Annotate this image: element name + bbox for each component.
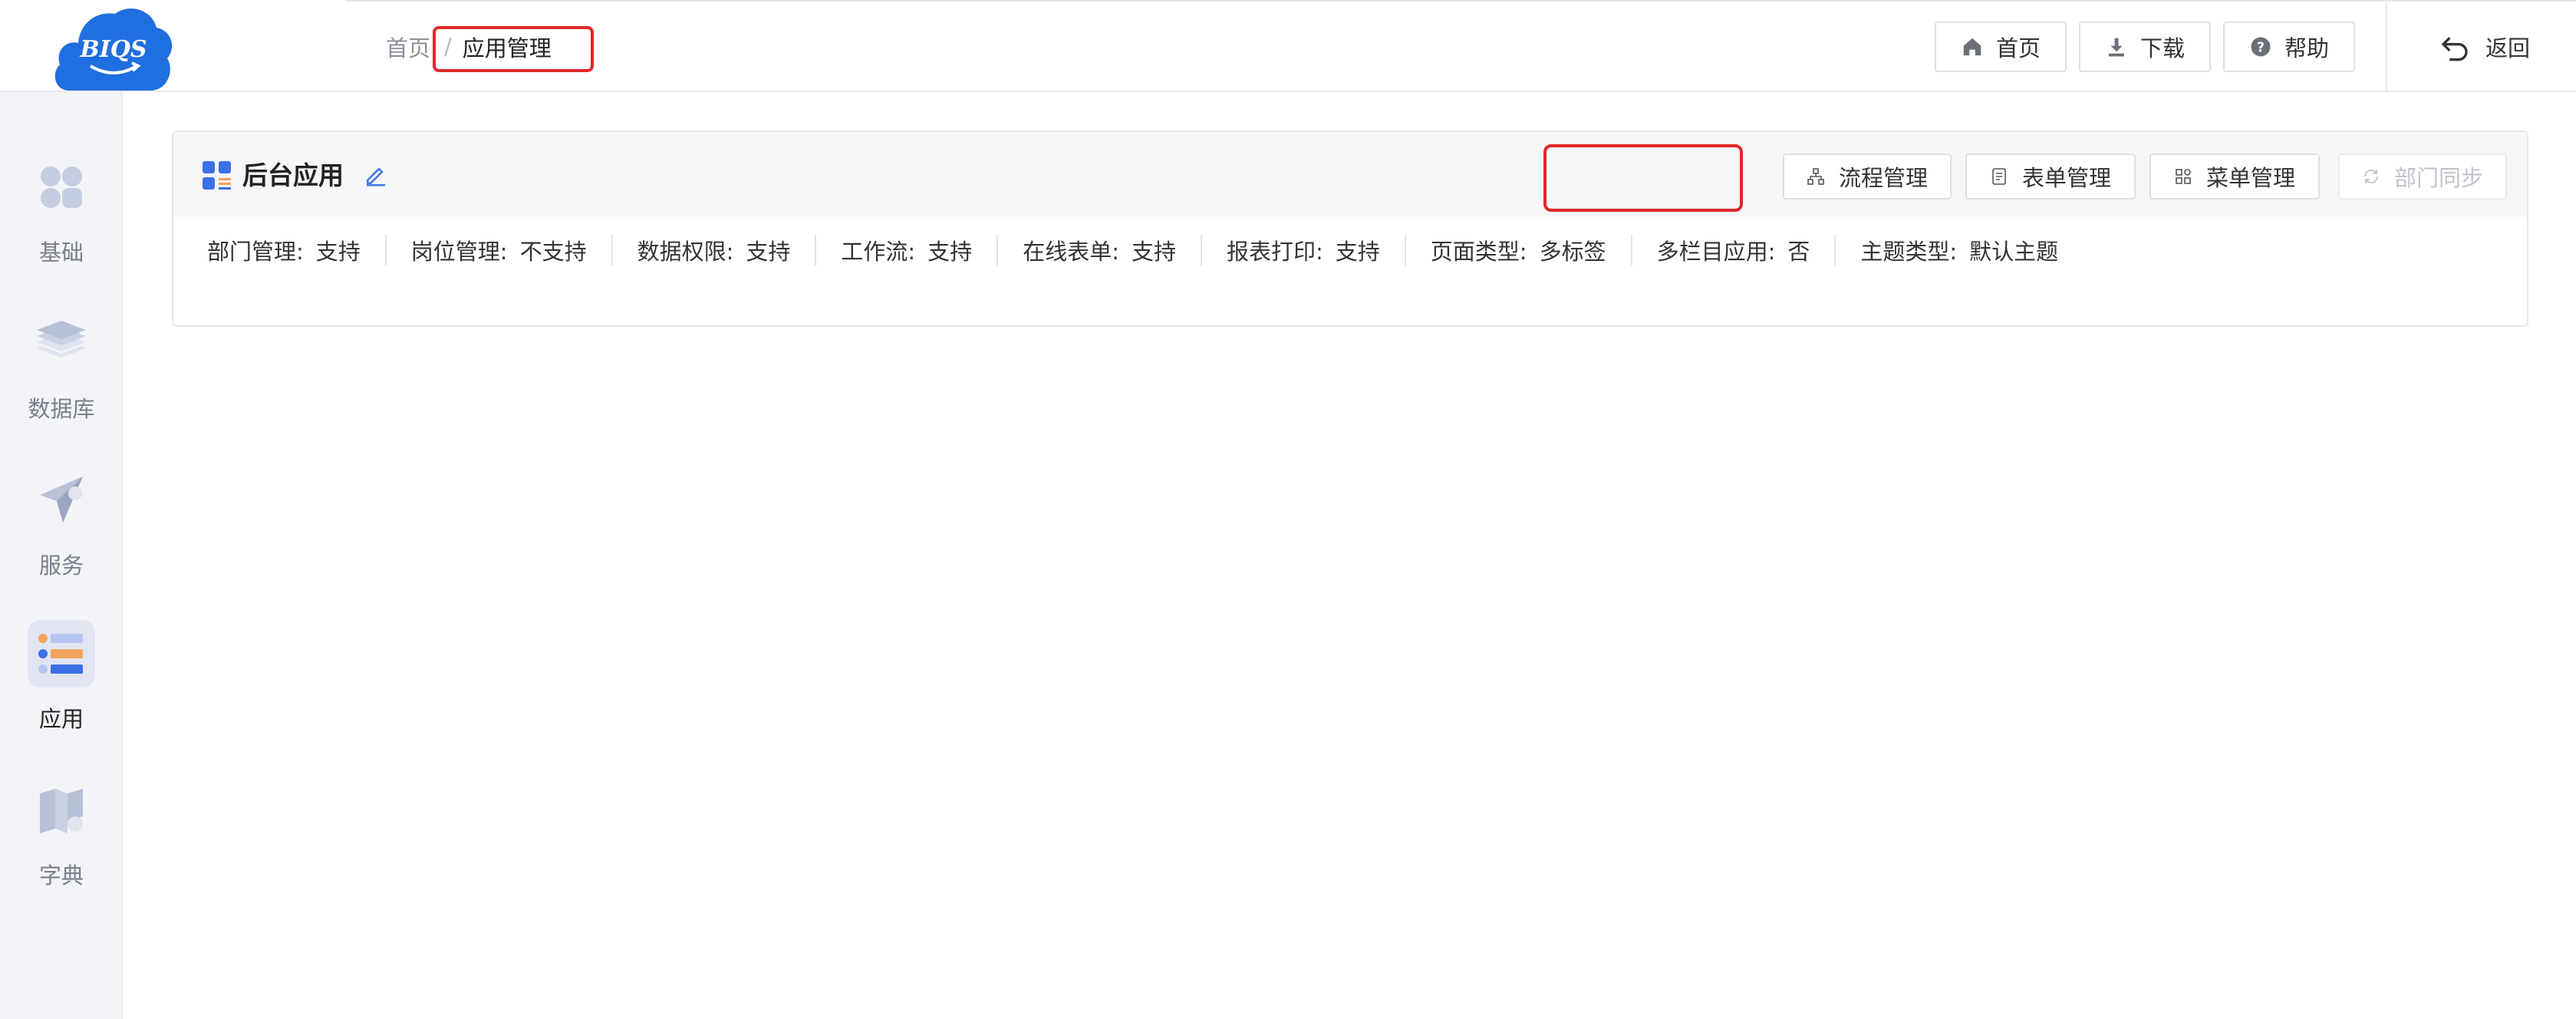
left-sidebar: 基础 数据库 服务 应用 字典 (0, 92, 123, 1019)
flow-chart-icon (1807, 168, 1824, 185)
flow-manage-button[interactable]: 流程管理 (1783, 153, 1952, 200)
property-value: 支持 (746, 239, 791, 265)
property-post-manage: 岗位管理: 不支持 (411, 234, 637, 266)
property-divider (1834, 235, 1836, 265)
property-label: 在线表单: (1023, 239, 1119, 265)
back-button-label: 返回 (2485, 35, 2531, 61)
home-icon (1963, 38, 1981, 56)
form-manage-button[interactable]: 表单管理 (1965, 153, 2136, 200)
help-icon: ? (2251, 37, 2271, 57)
svg-text:BIQS: BIQS (79, 36, 147, 63)
form-manage-label: 表单管理 (2021, 165, 2111, 191)
property-data-permission: 数据权限: 支持 (637, 234, 842, 266)
home-button[interactable]: 首页 (1935, 21, 2067, 72)
property-online-form: 在线表单: 支持 (1023, 234, 1227, 266)
property-divider (815, 235, 817, 265)
app-card-header: 后台应用 流程管理 表单管理 菜单管理 部门同步 (173, 132, 2527, 216)
sidebar-item-label: 服务 (38, 552, 84, 579)
sidebar-item-app[interactable]: 应用 (0, 620, 123, 766)
property-divider (611, 235, 613, 265)
property-label: 部门管理: (207, 239, 304, 265)
breadcrumb-home-link[interactable]: 首页 (386, 31, 430, 63)
property-page-type: 页面类型: 多标签 (1431, 234, 1657, 266)
property-divider (996, 235, 999, 265)
property-divider (1404, 235, 1406, 265)
property-label: 岗位管理: (410, 239, 508, 265)
layers-icon (28, 310, 95, 378)
property-value: 多标签 (1539, 239, 1606, 265)
list-app-icon (28, 620, 95, 688)
app-properties: 部门管理: 支持 岗位管理: 不支持 数据权限: 支持 工作流: 支持 在线表单… (207, 227, 2058, 273)
sidebar-item-basic[interactable]: 基础 (0, 153, 123, 299)
edit-icon[interactable] (364, 163, 388, 187)
help-button[interactable]: ? 帮助 (2223, 21, 2355, 72)
help-button-label: 帮助 (2284, 35, 2329, 61)
property-value: 支持 (1131, 239, 1176, 265)
book-icon (28, 777, 95, 844)
property-divider (1200, 235, 1202, 265)
property-label: 多栏目应用: (1656, 239, 1776, 265)
property-label: 报表打印: (1226, 239, 1323, 265)
property-value: 不支持 (519, 239, 587, 265)
property-label: 工作流: (841, 239, 916, 265)
app-card: 后台应用 流程管理 表单管理 菜单管理 部门同步 部门管理: 支持 岗位管理: … (172, 130, 2528, 327)
sidebar-item-dictionary[interactable]: 字典 (0, 777, 123, 922)
menu-manage-button[interactable]: 菜单管理 (2149, 153, 2320, 200)
property-value: 支持 (1335, 239, 1380, 265)
download-button-label: 下载 (2140, 35, 2185, 61)
biqs-logo[interactable]: BIQS (52, 0, 175, 92)
sidebar-item-label: 应用 (38, 706, 84, 732)
property-label: 主题类型: (1860, 239, 1958, 265)
breadcrumb-current: 应用管理 (462, 35, 552, 61)
property-value: 否 (1787, 239, 1810, 265)
download-icon (2108, 38, 2124, 57)
property-report-print: 报表打印: 支持 (1227, 234, 1431, 266)
undo-arrow-icon (2441, 37, 2468, 61)
home-button-label: 首页 (1995, 35, 2041, 61)
property-dept-manage: 部门管理: 支持 (207, 234, 411, 266)
sidebar-item-label: 字典 (38, 862, 84, 889)
property-multi-column: 多栏目应用: 否 (1657, 234, 1861, 266)
sidebar-item-label: 基础 (38, 239, 84, 265)
back-button[interactable]: 返回 (2439, 28, 2530, 66)
property-value: 支持 (927, 239, 973, 265)
sidebar-item-database[interactable]: 数据库 (0, 310, 123, 456)
highlight-box-menu-manage (1543, 144, 1743, 212)
property-label: 页面类型: (1430, 239, 1527, 265)
property-label: 数据权限: (637, 239, 734, 265)
sidebar-item-label: 数据库 (28, 396, 95, 422)
top-header: BIQS 首页 / 应用管理 首页 下载 ? 帮助 返回 (0, 0, 2576, 92)
download-button[interactable]: 下载 (2079, 21, 2211, 72)
header-divider (2386, 0, 2387, 91)
svg-text:?: ? (2257, 40, 2265, 55)
app-grid-icon (203, 161, 231, 190)
property-theme-type: 主题类型: 默认主题 (1860, 234, 2058, 266)
property-divider (384, 235, 387, 265)
property-divider (1630, 235, 1632, 265)
dept-sync-label: 部门同步 (2393, 165, 2483, 191)
menu-manage-label: 菜单管理 (2205, 165, 2295, 191)
property-value: 默认主题 (1969, 239, 2059, 265)
send-icon (28, 467, 95, 534)
menu-grid-icon (2176, 169, 2191, 184)
sidebar-item-service[interactable]: 服务 (0, 467, 123, 612)
app-title: 后台应用 (242, 160, 344, 190)
sync-icon (2364, 169, 2378, 184)
breadcrumb: 首页 / 应用管理 (386, 28, 552, 66)
breadcrumb-separator: / (444, 34, 452, 60)
flow-manage-label: 流程管理 (1838, 165, 1928, 191)
property-workflow: 工作流: 支持 (841, 234, 1023, 266)
dept-sync-button[interactable]: 部门同步 (2338, 153, 2507, 200)
document-icon (1992, 168, 2006, 185)
apps-dots-icon (28, 153, 95, 221)
header-top-border (345, 0, 2576, 2)
property-value: 支持 (315, 239, 361, 265)
